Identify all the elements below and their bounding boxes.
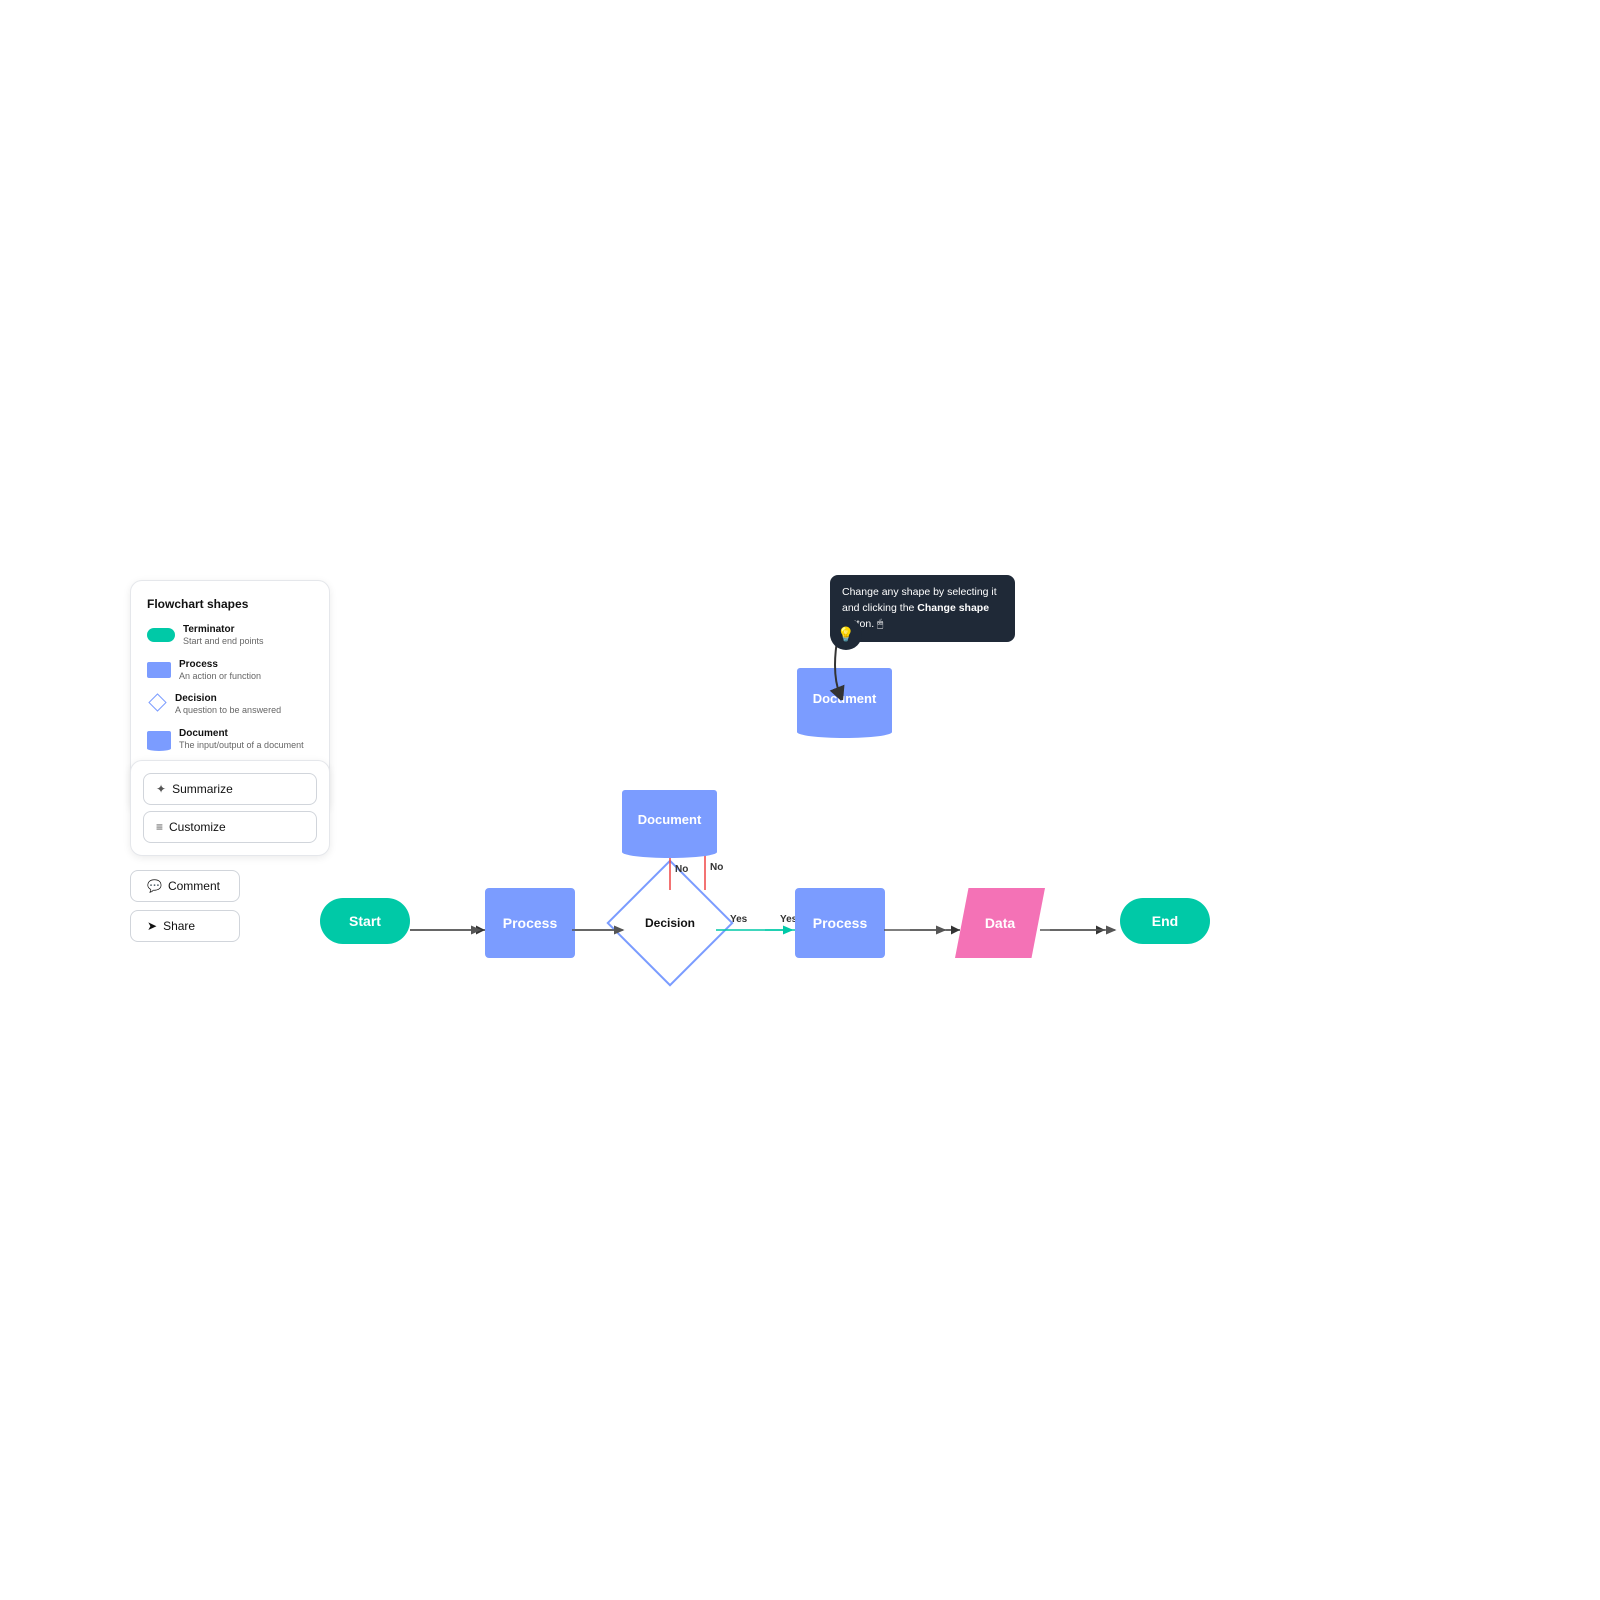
decision-label: Decision — [175, 692, 281, 705]
start-node: Start — [320, 898, 410, 944]
legend-item-document: Document The input/output of a document — [147, 727, 313, 752]
process2-label: Process — [813, 915, 867, 931]
document-text: Document The input/output of a document — [179, 727, 304, 752]
decision-label: Decision — [645, 916, 695, 930]
doc-shape-main: Document — [622, 790, 717, 848]
svg-text:No: No — [710, 862, 723, 873]
process-shape-icon — [147, 660, 171, 678]
document-shape: Document — [797, 668, 892, 728]
share-label: Share — [163, 919, 195, 933]
doc-wave — [622, 846, 717, 858]
data-label: Data — [985, 915, 1015, 931]
comment-button[interactable]: 💬 Comment — [130, 870, 240, 902]
comment-label: Comment — [168, 879, 220, 893]
hint-icon: 💡 — [830, 618, 862, 650]
data-node: Data — [955, 888, 1045, 958]
customize-label: Customize — [169, 820, 226, 834]
decision-desc: A question to be answered — [175, 705, 281, 717]
legend-item-terminator: Terminator Start and end points — [147, 623, 313, 648]
document-node: Document — [797, 668, 892, 728]
summarize-button[interactable]: ✦ Summarize — [143, 773, 317, 805]
terminator-text: Terminator Start and end points — [183, 623, 264, 648]
doc-shape-wrapper: Document — [622, 790, 717, 848]
extra-buttons: 💬 Comment ➤ Share — [130, 870, 240, 942]
end-label: End — [1152, 913, 1178, 929]
comment-icon: 💬 — [147, 879, 162, 893]
terminator-label: Terminator — [183, 623, 264, 636]
flowchart-svg: Yes No — [290, 800, 1260, 1080]
terminator-desc: Start and end points — [183, 636, 264, 648]
legend-item-process: Process An action or function — [147, 658, 313, 683]
legend-title: Flowchart shapes — [147, 597, 313, 611]
decision-text: Decision A question to be answered — [175, 692, 281, 717]
process-text: Process An action or function — [179, 658, 261, 683]
terminator-shape-icon — [147, 625, 175, 642]
document-desc: The input/output of a document — [179, 740, 304, 752]
process2-node: Process — [795, 888, 885, 958]
customize-icon: ≡ — [156, 820, 163, 834]
share-icon: ➤ — [147, 919, 157, 933]
decision-shape-icon — [147, 692, 167, 712]
process1-label: Process — [503, 915, 557, 931]
document-label: Document — [179, 727, 304, 740]
document-node-label: Document — [813, 691, 877, 706]
summarize-label: Summarize — [172, 782, 233, 796]
process-desc: An action or function — [179, 671, 261, 683]
summarize-icon: ✦ — [156, 782, 166, 796]
process-label: Process — [179, 658, 261, 671]
process1-node: Process — [485, 888, 575, 958]
document-shape-icon — [147, 729, 171, 747]
action-buttons-panel: ✦ Summarize ≡ Customize — [130, 760, 330, 856]
hint-text: Change any shape by selecting it and cli… — [842, 586, 997, 630]
doc-shape-label: Document — [638, 812, 702, 827]
legend-item-decision: Decision A question to be answered — [147, 692, 313, 717]
share-button[interactable]: ➤ Share — [130, 910, 240, 942]
start-label: Start — [349, 913, 381, 929]
end-node: End — [1120, 898, 1210, 944]
customize-button[interactable]: ≡ Customize — [143, 811, 317, 843]
decision-label-wrapper: Decision — [625, 878, 715, 968]
